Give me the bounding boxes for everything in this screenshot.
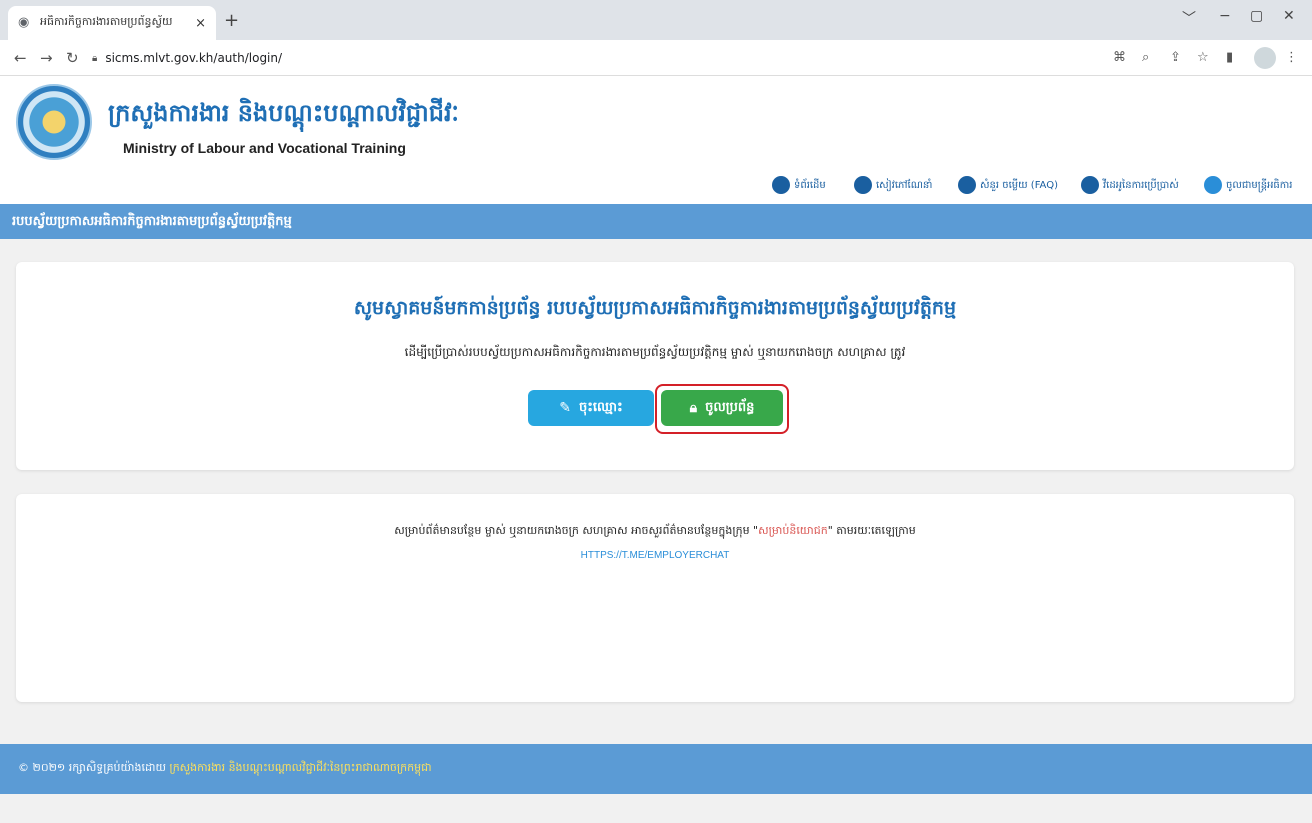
footer: © ២០២១ រក្សាសិទ្ធគ្រប់យ៉ាងដោយ ក្រសួងការង… xyxy=(0,744,1312,794)
register-button[interactable]: ✎ ចុះឈ្មោះ xyxy=(528,390,654,426)
welcome-subtext: ដើម្បីប្រើប្រាស់របបស្វ័យប្រកាសអធិការកិច្… xyxy=(404,345,906,359)
nav-officer-login-label: ចូលជាមន្ត្រីអធិការ xyxy=(1226,179,1293,191)
globe-icon: ◉ xyxy=(18,15,30,30)
zoom-icon[interactable]: ⌕ xyxy=(1142,50,1149,65)
nav-video-label: វីដេអូនៃការប្រើប្រាស់ xyxy=(1103,179,1179,191)
bookmark-star-icon[interactable]: ☆ xyxy=(1197,50,1209,65)
translate-icon[interactable]: ⌘ xyxy=(1113,50,1126,65)
video-icon xyxy=(1081,176,1099,194)
profile-avatar[interactable] xyxy=(1254,47,1276,69)
menu-dots-icon[interactable]: ⋮ xyxy=(1285,50,1298,65)
maximize-icon[interactable]: ▢ xyxy=(1250,8,1263,24)
ministry-logo xyxy=(16,84,92,160)
pencil-icon: ✎ xyxy=(559,400,571,416)
footer-copyright: © ២០២១ រក្សាសិទ្ធគ្រប់យ៉ាងដោយ xyxy=(18,761,170,774)
address-bar: ← → ↻ 🔒︎ sicms.mlvt.gov.kh/auth/login/ ⌘… xyxy=(0,40,1312,76)
info-text: សម្រាប់ព័ត៌មានបន្ថែម ម្ចាស់ ឬនាយករោងចក្រ… xyxy=(16,524,1294,540)
welcome-card: សូមស្វាគមន៍មកកាន់ប្រព័ន្ធ របបស្វ័យប្រកាស… xyxy=(16,262,1294,470)
system-title-bar: របបស្វ័យប្រកាសអធិការកិច្ចការងារតាមប្រព័ន… xyxy=(0,204,1312,239)
site-header: ក្រសួងការងារ និងបណ្តុះបណ្តាលវិជ្ជាជីវៈ M… xyxy=(0,76,1312,204)
forward-icon[interactable]: → xyxy=(40,49,53,67)
login-button[interactable]: 🔒︎ ចូលប្រព័ន្ធ xyxy=(661,390,783,426)
url-text: sicms.mlvt.gov.kh/auth/login/ xyxy=(105,51,283,65)
welcome-heading: សូមស្វាគមន៍មកកាន់ប្រព័ន្ធ របបស្វ័យប្រកាស… xyxy=(353,297,957,319)
ministry-name-english: Ministry of Labour and Vocational Traini… xyxy=(123,140,406,156)
share-icon[interactable]: ⇪ xyxy=(1170,50,1181,65)
url-field[interactable]: 🔒︎ sicms.mlvt.gov.kh/auth/login/ xyxy=(92,46,1092,70)
browser-tab[interactable]: ◉ អធិការកិច្ចការងារតាមប្រព័ន្ធស្វ័យ × xyxy=(8,6,216,40)
nav-manual-label: សៀវភៅណែនាំ xyxy=(876,179,933,191)
employer-group-name: សម្រាប់និយោជក xyxy=(758,524,828,537)
lock-icon: 🔒︎ xyxy=(92,52,98,64)
nav-home[interactable]: ទំព័រដើម xyxy=(772,176,826,194)
close-window-icon[interactable]: ✕ xyxy=(1283,8,1295,24)
tab-search-icon[interactable]: ﹀ xyxy=(1182,8,1196,28)
register-button-label: ចុះឈ្មោះ xyxy=(578,399,623,415)
home-icon xyxy=(772,176,790,194)
side-panel-icon[interactable]: ▮ xyxy=(1226,50,1233,65)
close-tab-icon[interactable]: × xyxy=(195,16,206,31)
info-text-after: " តាមរយៈតេឡេក្រាម xyxy=(827,524,916,537)
back-icon[interactable]: ← xyxy=(14,49,27,67)
login-button-label: ចូលប្រព័ន្ធ xyxy=(705,399,755,415)
minimize-icon[interactable]: − xyxy=(1219,8,1231,24)
reload-icon[interactable]: ↻ xyxy=(66,49,79,67)
new-tab-button[interactable]: + xyxy=(224,10,239,31)
footer-owner-link[interactable]: ក្រសួងការងារ និងបណ្តុះបណ្តាលវិជ្ជាជីវៈនៃ… xyxy=(169,761,431,774)
lock-icon: 🔒︎ xyxy=(689,400,698,416)
info-card: សម្រាប់ព័ត៌មានបន្ថែម ម្ចាស់ ឬនាយករោងចក្រ… xyxy=(16,494,1294,702)
telegram-link[interactable]: HTTPS://T.ME/EMPLOYERCHAT xyxy=(16,550,1294,561)
nav-faq[interactable]: សំនួរ ចម្លើយ (FAQ) xyxy=(958,176,1058,194)
chat-icon xyxy=(958,176,976,194)
nav-home-label: ទំព័រដើម xyxy=(794,179,826,191)
nav-officer-login[interactable]: ចូលជាមន្ត្រីអធិការ xyxy=(1204,176,1292,194)
info-text-before: សម្រាប់ព័ត៌មានបន្ថែម ម្ចាស់ ឬនាយករោងចក្រ… xyxy=(394,524,759,537)
nav-video[interactable]: វីដេអូនៃការប្រើប្រាស់ xyxy=(1081,176,1179,194)
nav-manual[interactable]: សៀវភៅណែនាំ xyxy=(854,176,932,194)
user-icon xyxy=(1204,176,1222,194)
nav-faq-label: សំនួរ ចម្លើយ (FAQ) xyxy=(980,179,1058,191)
book-icon xyxy=(854,176,872,194)
tab-title: អធិការកិច្ចការងារតាមប្រព័ន្ធស្វ័យ xyxy=(40,15,173,28)
browser-tabbar: ◉ អធិការកិច្ចការងារតាមប្រព័ន្ធស្វ័យ × + … xyxy=(0,0,1312,40)
ministry-name-khmer: ក្រសួងការងារ និងបណ្តុះបណ្តាលវិជ្ជាជីវៈ xyxy=(108,98,459,127)
